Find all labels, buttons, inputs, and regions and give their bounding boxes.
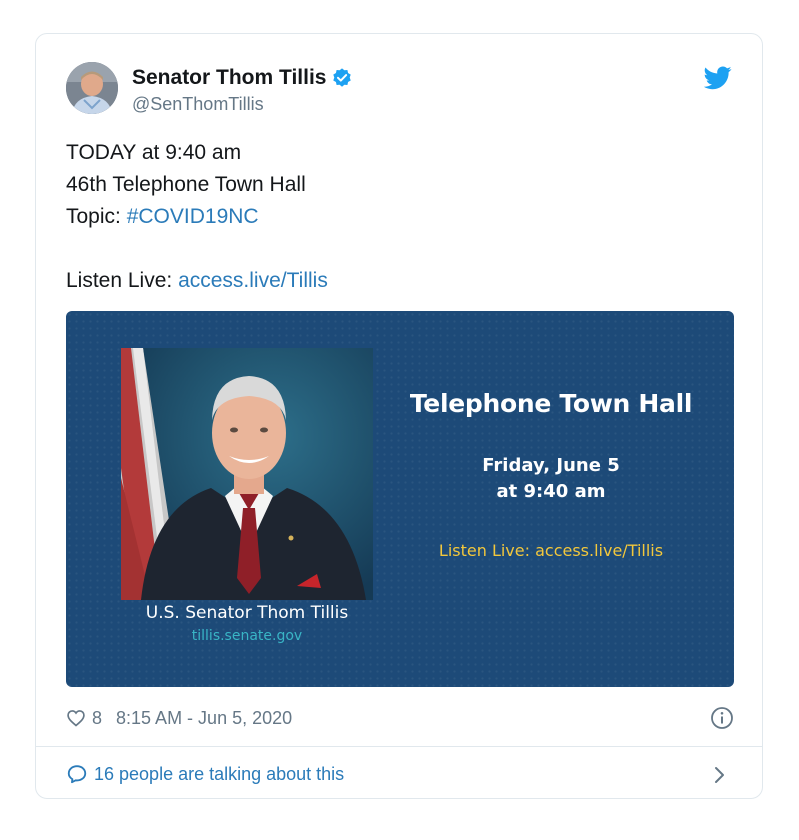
verified-badge-icon	[333, 68, 352, 87]
footer-divider	[36, 746, 762, 747]
tweet-card: Senator Thom Tillis @SenThomTillis TODAY…	[35, 33, 763, 799]
tweet-line-time: TODAY at 9:40 am	[66, 141, 242, 164]
tweet-timestamp[interactable]: 8:15 AM - Jun 5, 2020	[116, 708, 292, 729]
conversation-link[interactable]: 16 people are talking about this	[66, 756, 734, 792]
media-caption-name: U.S. Senator Thom Tillis	[145, 603, 349, 623]
media-title: Telephone Town Hall	[409, 389, 693, 418]
talking-count-text[interactable]: 16 people are talking about this	[94, 764, 344, 785]
senator-portrait-image	[121, 348, 373, 600]
like-count[interactable]: 8	[92, 708, 102, 729]
author-avatar[interactable]	[66, 62, 118, 114]
media-time: at 9:40 am	[496, 481, 606, 502]
avatar-image	[66, 62, 118, 114]
senator-photo	[121, 348, 373, 600]
tweet-body: TODAY at 9:40 am 46th Telephone Town Hal…	[66, 137, 328, 297]
twitter-bird-icon[interactable]	[704, 66, 732, 90]
topic-prefix: Topic:	[66, 205, 127, 228]
hashtag-link[interactable]: #COVID19NC	[127, 205, 259, 228]
speech-bubble-icon	[67, 765, 87, 784]
tweet-meta-row: 8 8:15 AM - Jun 5, 2020	[66, 704, 734, 732]
tweet-line-event: 46th Telephone Town Hall	[66, 173, 306, 196]
heart-icon[interactable]	[66, 708, 86, 728]
author-handle[interactable]: @SenThomTillis	[132, 94, 264, 115]
listen-link[interactable]: access.live/Tillis	[178, 269, 328, 292]
tweet-line-topic: Topic: #COVID19NC	[66, 201, 328, 233]
author-name-row[interactable]: Senator Thom Tillis	[132, 66, 353, 90]
media-listen-text: Listen Live: access.live/Tillis	[438, 541, 664, 560]
tweet-media-image[interactable]: U.S. Senator Thom Tillis tillis.senate.g…	[66, 311, 734, 687]
media-date: Friday, June 5	[482, 455, 620, 476]
chevron-right-icon[interactable]	[714, 766, 726, 784]
media-caption-site: tillis.senate.gov	[191, 628, 303, 644]
author-display-name[interactable]: Senator Thom Tillis	[132, 66, 326, 90]
info-icon[interactable]	[710, 706, 734, 730]
listen-prefix: Listen Live:	[66, 269, 179, 292]
tweet-line-listen: Listen Live: access.live/Tillis	[66, 265, 328, 297]
